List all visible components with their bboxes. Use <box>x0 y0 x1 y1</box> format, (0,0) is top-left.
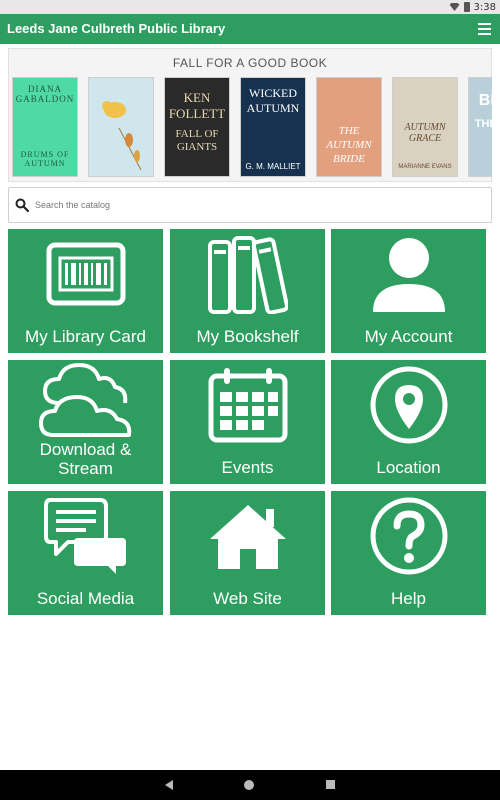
book-cover-7[interactable]: BEFO THE FALL <box>468 77 492 177</box>
tile-label: My Library Card <box>25 327 146 346</box>
book-title-top: BEFO <box>478 92 492 109</box>
tile-label: Help <box>391 589 426 608</box>
book-title-top: THE AUTUMN BRIDE <box>326 125 372 165</box>
tile-label: Social Media <box>36 589 135 608</box>
chat-bubbles-icon <box>43 498 126 574</box>
cloud-icon <box>38 363 131 437</box>
book-title-bottom: THE FALL <box>474 118 492 130</box>
tile-label: Web Site <box>213 589 282 608</box>
bookshelf-icon <box>207 236 288 314</box>
back-icon[interactable] <box>165 780 173 790</box>
tile-location[interactable]: Location <box>331 360 486 484</box>
status-bar: 3:38 <box>0 0 500 14</box>
book-cover-5[interactable]: THE AUTUMN BRIDE <box>316 77 382 177</box>
tile-web-site[interactable]: Web Site <box>170 491 325 615</box>
featured-books-banner: FALL FOR A GOOD BOOK DIANA GABALDON DRUM… <box>8 48 492 182</box>
book-title-bottom: DRUMS OF AUTUMN <box>20 150 70 168</box>
question-icon <box>370 497 447 575</box>
calendar-icon <box>208 368 287 443</box>
wifi-icon <box>449 3 460 11</box>
search-icon <box>15 198 29 212</box>
banner-heading: FALL FOR A GOOD BOOK <box>172 56 328 70</box>
book-cover-6[interactable]: AUTUMN GRACE MARIANNE EVANS <box>392 77 458 177</box>
tile-download-stream[interactable]: Download & Stream <box>8 360 163 484</box>
tile-my-account[interactable]: My Account <box>331 229 486 353</box>
barcode-card-icon <box>46 242 125 306</box>
tile-label-line1: Download & <box>39 440 132 459</box>
book-title-bottom: G. M. MALLIET <box>245 162 301 171</box>
person-icon <box>372 238 445 312</box>
search-input[interactable] <box>35 194 485 216</box>
book-title-top: DIANA GABALDON <box>15 84 75 104</box>
home-circle-icon[interactable] <box>244 780 254 790</box>
book-title-bottom: FALL OF GIANTS <box>175 128 219 153</box>
location-pin-icon <box>370 366 447 444</box>
status-time: 3:38 <box>473 1 496 13</box>
app-title: Leeds Jane Culbreth Public Library <box>7 21 226 36</box>
tile-social-media[interactable]: Social Media <box>8 491 163 615</box>
home-icon <box>209 505 286 569</box>
book-cover-4[interactable]: WICKED AUTUMN G. M. MALLIET <box>240 77 306 177</box>
book-title-top: WICKED AUTUMN <box>246 86 300 115</box>
bird-illustration <box>102 101 142 171</box>
book-cover-2[interactable] <box>88 77 154 177</box>
catalog-search-bar[interactable] <box>8 187 492 223</box>
book-title-top: KEN FOLLETT <box>168 90 226 121</box>
tile-help[interactable]: Help <box>331 491 486 615</box>
tile-label: My Bookshelf <box>196 327 299 346</box>
recents-icon[interactable] <box>326 780 335 789</box>
book-cover-1[interactable]: DIANA GABALDON DRUMS OF AUTUMN <box>12 77 78 177</box>
screen: 3:38 Leeds Jane Culbreth Public Library … <box>0 0 500 800</box>
tile-my-bookshelf[interactable]: My Bookshelf <box>170 229 325 353</box>
book-carousel[interactable]: DIANA GABALDON DRUMS OF AUTUMN KEN FOLLE… <box>12 77 492 179</box>
book-cover-3[interactable]: KEN FOLLETT FALL OF GIANTS <box>164 77 230 177</box>
hamburger-menu-icon[interactable] <box>478 23 491 35</box>
book-title-bottom: MARIANNE EVANS <box>398 164 452 170</box>
system-nav-bar <box>0 770 500 800</box>
book-title-top: AUTUMN GRACE <box>404 122 446 144</box>
tile-label: Events <box>221 458 274 477</box>
tile-label: My Account <box>364 327 453 346</box>
tile-my-library-card[interactable]: My Library Card <box>8 229 163 353</box>
tile-events[interactable]: Events <box>170 360 325 484</box>
tile-label: Location <box>376 458 441 477</box>
battery-icon <box>463 2 470 12</box>
tile-label-line2: Stream <box>58 459 113 478</box>
app-bar: Leeds Jane Culbreth Public Library <box>0 14 500 44</box>
